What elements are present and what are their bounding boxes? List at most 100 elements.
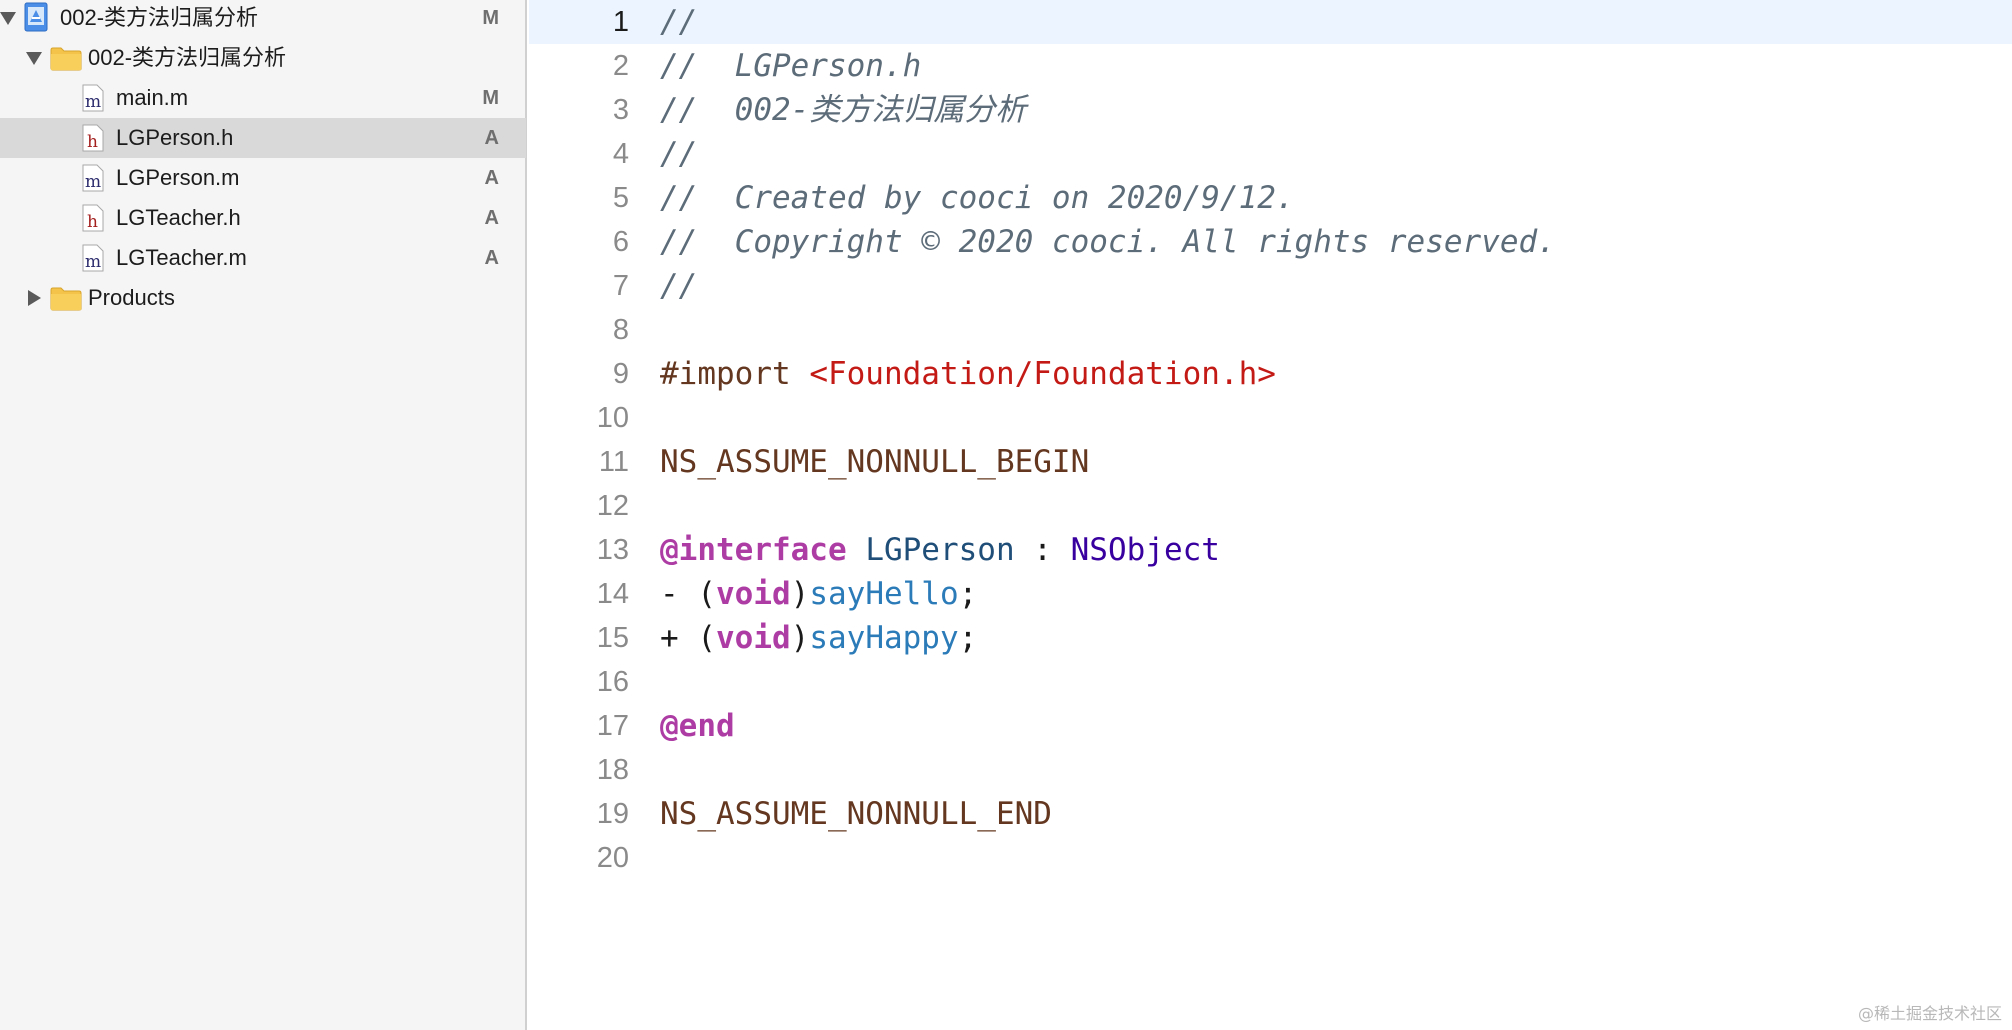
code-line[interactable]: 2 // LGPerson.h bbox=[529, 44, 2012, 88]
code-line[interactable]: 3 // 002-类方法归属分析 bbox=[529, 88, 2012, 132]
nav-item-project[interactable]: 002-类方法归属分析 M bbox=[0, 0, 526, 38]
code-line[interactable]: 10 bbox=[529, 396, 2012, 440]
code-text[interactable]: + (void)sayHappy; bbox=[660, 616, 977, 660]
code-token-keyword: @end bbox=[660, 708, 735, 744]
line-number: 1 bbox=[612, 6, 629, 38]
code-text[interactable]: // bbox=[660, 264, 697, 308]
header-file-icon: h bbox=[82, 204, 104, 237]
code-text[interactable]: // Copyright © 2020 cooci. All rights re… bbox=[660, 220, 1556, 264]
code-line[interactable]: 5 // Created by cooci on 2020/9/12. bbox=[529, 176, 2012, 220]
nav-item-label: Products bbox=[88, 285, 175, 310]
code-line[interactable]: 20 bbox=[529, 836, 2012, 880]
nav-item-label: LGPerson.m bbox=[116, 165, 240, 190]
line-number: 4 bbox=[612, 138, 629, 170]
code-text[interactable]: // Created by cooci on 2020/9/12. bbox=[660, 176, 1295, 220]
nav-item-label: LGPerson.h bbox=[116, 125, 234, 150]
line-number: 3 bbox=[612, 94, 629, 126]
code-line[interactable]: 18 bbox=[529, 748, 2012, 792]
code-text[interactable]: NS_ASSUME_NONNULL_END bbox=[660, 792, 1052, 836]
code-text[interactable]: // bbox=[660, 132, 697, 176]
code-token-type: LGPerson bbox=[865, 532, 1015, 568]
code-line[interactable]: 11 NS_ASSUME_NONNULL_BEGIN bbox=[529, 440, 2012, 484]
svg-text:m: m bbox=[85, 252, 101, 272]
line-number: 9 bbox=[612, 358, 629, 390]
line-number: 10 bbox=[596, 402, 629, 434]
code-text[interactable]: @end bbox=[660, 704, 735, 748]
code-text[interactable]: @interface LGPerson : NSObject bbox=[660, 528, 1220, 572]
project-navigator: 002-类方法归属分析 M 002-类方法归属分析 m main.m M h L… bbox=[0, 0, 527, 1030]
line-number: 18 bbox=[596, 754, 629, 786]
line-number: 13 bbox=[596, 534, 629, 566]
code-line[interactable]: 8 bbox=[529, 308, 2012, 352]
nav-item-file[interactable]: m LGTeacher.m A bbox=[0, 238, 526, 278]
code-line[interactable]: 14 - (void)sayHello; bbox=[529, 572, 2012, 616]
nav-item-group-folder[interactable]: 002-类方法归属分析 bbox=[0, 38, 526, 78]
code-token-keyword: void bbox=[716, 620, 791, 656]
code-text[interactable]: #import <Foundation/Foundation.h> bbox=[660, 352, 1276, 396]
code-text[interactable]: // LGPerson.h bbox=[660, 44, 921, 88]
nav-item-label: LGTeacher.h bbox=[116, 205, 241, 230]
code-line[interactable]: 12 bbox=[529, 484, 2012, 528]
code-text[interactable]: - (void)sayHello; bbox=[660, 572, 977, 616]
code-token-comment: // Copyright © 2020 cooci. All rights re… bbox=[660, 224, 1556, 260]
line-number: 11 bbox=[598, 446, 629, 478]
code-line[interactable]: 16 bbox=[529, 660, 2012, 704]
svg-text:m: m bbox=[85, 92, 101, 112]
code-token-plain: : bbox=[1014, 532, 1071, 568]
code-token-plain: ; bbox=[958, 620, 978, 656]
nav-item-label: 002-类方法归属分析 bbox=[60, 5, 259, 30]
code-line[interactable]: 17 @end bbox=[529, 704, 2012, 748]
source-editor[interactable]: 1 // 2 // LGPerson.h 3 // 002-类方法归属分析 4 // 5 // C… bbox=[529, 0, 2012, 1030]
current-code-line[interactable]: 1 // bbox=[529, 0, 2012, 44]
code-token-plain: ; bbox=[958, 576, 978, 612]
folder-icon bbox=[50, 287, 82, 316]
disclosure-expanded-icon[interactable] bbox=[0, 0, 16, 38]
code-line[interactable]: 7 // bbox=[529, 264, 2012, 308]
code-token-macro: NS_ASSUME_NONNULL_BEGIN bbox=[660, 444, 1090, 480]
svg-text:m: m bbox=[85, 172, 101, 192]
code-line[interactable]: 6 // Copyright © 2020 cooci. All rights r… bbox=[529, 220, 2012, 264]
svg-text:h: h bbox=[87, 132, 98, 152]
code-token-comment: // 002-类方法归属分析 bbox=[660, 92, 1027, 128]
code-text[interactable]: // 002-类方法归属分析 bbox=[660, 88, 1026, 132]
project-icon bbox=[24, 2, 50, 37]
objc-source-file-icon: m bbox=[82, 244, 104, 277]
code-token-macro: NS_ASSUME_NONNULL_END bbox=[660, 796, 1052, 832]
nav-item-file[interactable]: m main.m M bbox=[0, 78, 526, 118]
nav-item-file[interactable]: m LGPerson.m A bbox=[0, 158, 526, 198]
nav-item-label: LGTeacher.m bbox=[116, 245, 247, 270]
code-text[interactable]: NS_ASSUME_NONNULL_BEGIN bbox=[660, 440, 1089, 484]
code-text[interactable]: // bbox=[660, 0, 697, 44]
code-token-comment: // bbox=[660, 268, 698, 304]
scm-status-badge: A bbox=[484, 167, 499, 189]
code-line[interactable]: 19 NS_ASSUME_NONNULL_END bbox=[529, 792, 2012, 836]
line-number: 20 bbox=[596, 842, 629, 874]
svg-text:h: h bbox=[87, 212, 98, 232]
scm-status-badge: M bbox=[482, 7, 499, 29]
code-token-keyword: void bbox=[716, 576, 791, 612]
line-number: 7 bbox=[612, 270, 629, 302]
code-token-plain: + ( bbox=[660, 620, 716, 656]
disclosure-expanded-icon[interactable] bbox=[26, 38, 42, 78]
nav-item-products-folder[interactable]: Products bbox=[0, 278, 526, 318]
code-token-class: NSObject bbox=[1070, 532, 1220, 568]
line-number: 14 bbox=[596, 578, 629, 610]
line-number: 8 bbox=[612, 314, 629, 346]
nav-item-file-selected[interactable]: h LGPerson.h A bbox=[0, 118, 526, 158]
folder-icon bbox=[50, 47, 82, 76]
code-token-plain: ) bbox=[790, 620, 810, 656]
code-line[interactable]: 4 // bbox=[529, 132, 2012, 176]
code-token-plain: ) bbox=[790, 576, 810, 612]
code-token-string: <Foundation/Foundation.h> bbox=[809, 356, 1276, 392]
scm-status-badge: A bbox=[484, 207, 499, 229]
disclosure-collapsed-icon[interactable] bbox=[28, 278, 41, 318]
code-line[interactable]: 15 + (void)sayHappy; bbox=[529, 616, 2012, 660]
code-token-method: sayHappy bbox=[809, 620, 959, 656]
code-token-preproc: #import bbox=[660, 356, 810, 392]
line-number: 17 bbox=[596, 710, 629, 742]
code-line[interactable]: 9 #import <Foundation/Foundation.h> bbox=[529, 352, 2012, 396]
code-line[interactable]: 13 @interface LGPerson : NSObject bbox=[529, 528, 2012, 572]
scm-status-badge: A bbox=[484, 127, 499, 149]
nav-item-file[interactable]: h LGTeacher.h A bbox=[0, 198, 526, 238]
